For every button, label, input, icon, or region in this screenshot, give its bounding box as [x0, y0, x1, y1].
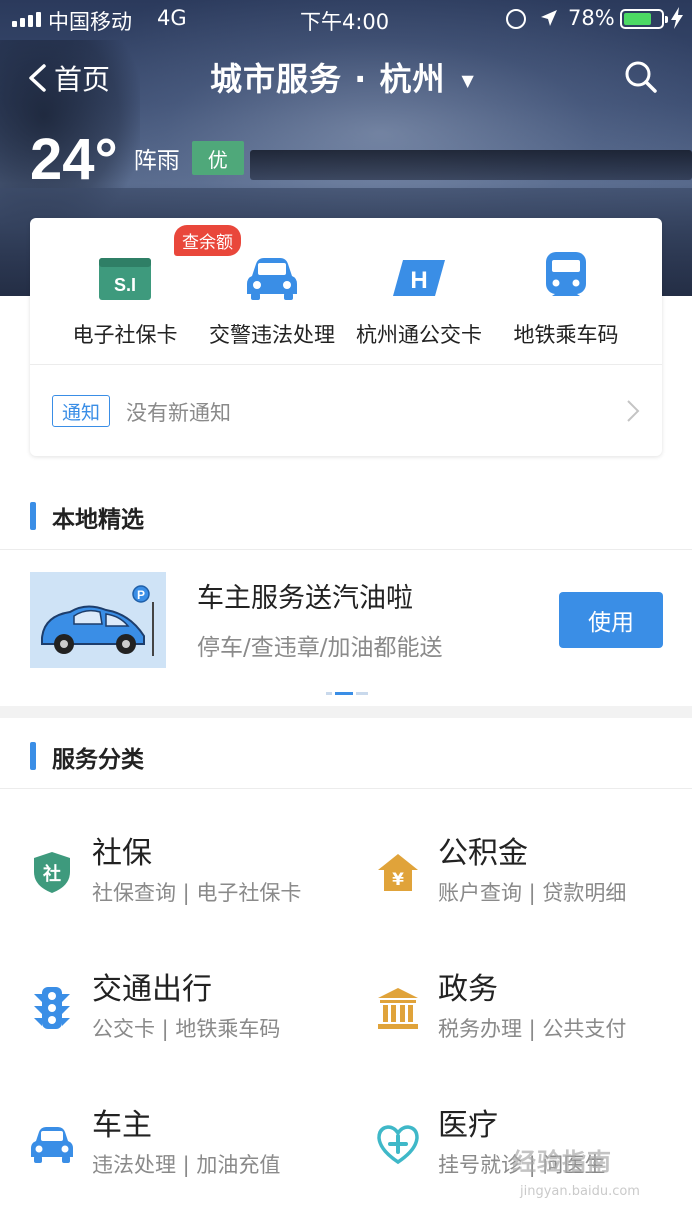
section-accent-bar — [30, 502, 36, 530]
category-desc: 税务办理 | 公共支付 — [438, 1017, 627, 1041]
divider — [0, 788, 692, 789]
category-car-owner[interactable]: 车主 违法处理 | 加油充值 — [0, 1094, 346, 1230]
notice-row[interactable]: 通知 没有新通知 — [30, 364, 662, 456]
charging-bolt-icon — [671, 7, 683, 29]
svg-text:H: H — [410, 267, 427, 294]
quick-item-metro-code[interactable]: 地铁乘车码 — [491, 218, 641, 363]
category-desc: 社保查询 | 电子社保卡 — [92, 881, 302, 905]
bridge-silhouette — [250, 150, 692, 180]
category-name: 公积金 — [438, 836, 528, 871]
back-label: 首页 — [54, 63, 111, 96]
promo-banner[interactable]: P 车主服务送汽油啦 停车/查违章/加油都能送 使用 — [0, 550, 692, 704]
quick-item-social-security-card[interactable]: S.I 电子社保卡 查余额 — [50, 218, 241, 363]
quick-item-hangzhou-transit-card[interactable]: H 杭州通公交卡 — [344, 218, 494, 363]
category-name: 车主 — [92, 1108, 152, 1143]
signal-icon — [12, 12, 41, 27]
quick-item-label: 杭州通公交卡 — [356, 323, 482, 347]
car-icon — [31, 1127, 73, 1163]
watermark: 经验指南 — [512, 1148, 612, 1176]
quick-item-label: 交警违法处理 — [209, 323, 335, 347]
house-icon-text: ¥ — [392, 870, 404, 890]
categories-header: 服务分类 — [0, 728, 692, 786]
use-button[interactable]: 使用 — [559, 592, 663, 648]
page-title: 城市服务 · 杭州 — [210, 60, 446, 98]
beetle-car-illustration: P — [41, 585, 154, 656]
medical-icon — [377, 1125, 419, 1165]
weather-widget[interactable]: 24° 阵雨 优 — [30, 128, 244, 192]
category-name: 社保 — [92, 836, 152, 871]
quick-services-card: S.I 电子社保卡 查余额 交警违法处理 H 杭州通公交卡 地铁乘车码 通知 没… — [30, 218, 662, 456]
category-name: 医疗 — [438, 1108, 498, 1143]
local-picks-header: 本地精选 — [0, 488, 692, 546]
caret-down-icon: ▼ — [461, 70, 475, 90]
government-building-icon — [378, 988, 418, 1029]
shield-icon-text: 社 — [43, 863, 61, 885]
back-button[interactable]: 首页 — [26, 56, 110, 100]
section-title: 本地精选 — [52, 507, 144, 533]
clock: 下午4:00 — [300, 10, 390, 34]
carousel-indicator — [326, 692, 368, 695]
quick-item-label: 地铁乘车码 — [513, 323, 619, 347]
notice-tag: 通知 — [52, 395, 110, 427]
category-housing-fund[interactable]: ¥ 公积金 账户查询 | 贷款明细 — [346, 822, 692, 958]
si-card-icon: S.I — [99, 258, 151, 300]
battery-percent: 78% — [568, 6, 615, 30]
category-desc: 账户查询 | 贷款明细 — [438, 881, 627, 905]
section-title: 服务分类 — [52, 747, 144, 773]
car-promo-image: P — [30, 572, 166, 668]
rotation-lock-icon — [506, 9, 526, 29]
metro-icon — [546, 252, 586, 296]
watermark-url: jingyan.baidu.com — [520, 1184, 640, 1199]
notice-text: 没有新通知 — [126, 401, 231, 425]
category-transport[interactable]: 交通出行 公交卡 | 地铁乘车码 — [0, 958, 346, 1094]
section-gap — [0, 706, 692, 718]
city-selector[interactable]: 城市服务 · 杭州 ▼ — [210, 54, 475, 100]
quick-item-label: 电子社保卡 — [72, 323, 178, 347]
traffic-light-icon — [34, 987, 70, 1029]
nav-bar: 首页 城市服务 · 杭州 ▼ — [0, 52, 692, 106]
battery-icon — [620, 9, 668, 29]
category-social-security[interactable]: 社 社保 社保查询 | 电子社保卡 — [0, 822, 346, 958]
h-card-icon: H — [393, 260, 445, 296]
network-type: 4G — [157, 6, 187, 30]
parking-sign-letter: P — [137, 588, 145, 602]
category-desc: 公交卡 | 地铁乘车码 — [92, 1017, 281, 1041]
category-desc: 违法处理 | 加油充值 — [92, 1153, 281, 1177]
temperature: 24° — [30, 127, 118, 192]
search-icon[interactable] — [624, 60, 658, 94]
chevron-right-icon — [627, 400, 640, 422]
location-arrow-icon — [541, 10, 557, 26]
category-name: 交通出行 — [92, 972, 212, 1007]
promo-subtitle: 停车/查违章/加油都能送 — [197, 635, 443, 661]
car-icon — [247, 258, 297, 300]
carrier-name: 中国移动 — [48, 10, 132, 34]
category-name: 政务 — [438, 972, 498, 1007]
weather-condition: 阵雨 — [133, 148, 180, 174]
chevron-left-icon — [29, 64, 46, 92]
category-government[interactable]: 政务 税务办理 | 公共支付 — [346, 958, 692, 1094]
quick-services-row: S.I 电子社保卡 查余额 交警违法处理 H 杭州通公交卡 地铁乘车码 — [30, 218, 662, 363]
status-bar: 中国移动 4G 下午4:00 78% — [0, 0, 692, 38]
shield-icon: 社 — [34, 852, 70, 893]
svg-text:S.I: S.I — [114, 275, 136, 295]
house-icon: ¥ — [378, 854, 418, 891]
air-quality-badge: 优 — [191, 141, 244, 175]
promo-title: 车主服务送汽油啦 — [197, 583, 413, 614]
section-accent-bar — [30, 742, 36, 770]
quick-item-traffic-violation[interactable]: 交警违法处理 — [197, 218, 347, 363]
